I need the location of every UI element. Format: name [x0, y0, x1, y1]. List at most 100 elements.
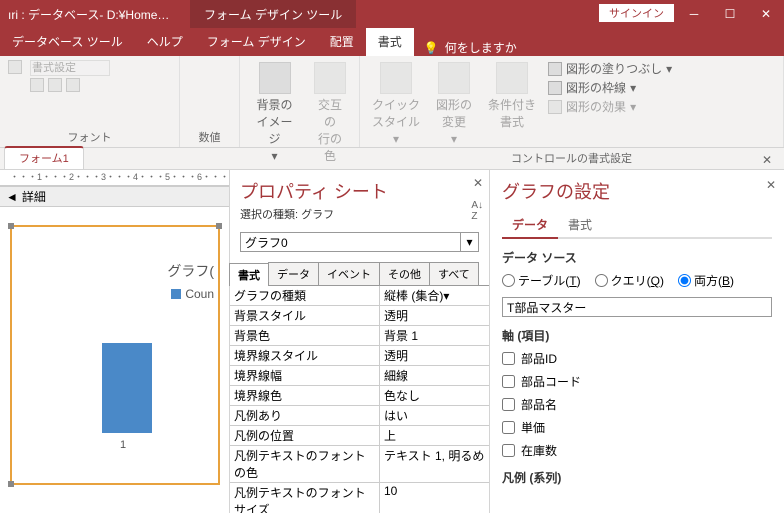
- group-font-label: フォント: [8, 127, 171, 145]
- tab-arrange[interactable]: 配置: [318, 27, 366, 56]
- property-row[interactable]: 凡例ありはい: [230, 406, 489, 426]
- axis-field-checkbox[interactable]: 部品コード: [502, 373, 772, 390]
- shape-fill-button[interactable]: 図形の塗りつぶし ▾: [548, 60, 672, 77]
- property-row[interactable]: 凡例の位置上: [230, 426, 489, 446]
- property-name: 境界線幅: [230, 366, 380, 385]
- quick-style-button: クイック スタイル▾: [368, 60, 424, 148]
- section-toggle-icon: ◄: [6, 190, 18, 204]
- axis-field-checkbox[interactable]: 単価: [502, 419, 772, 436]
- alternate-row-color-button: 交互の 行の色▾: [309, 60, 351, 182]
- property-row[interactable]: 背景色背景 1: [230, 326, 489, 346]
- object-name-combo[interactable]: [240, 232, 461, 252]
- radio-table[interactable]: テーブル(T): [502, 272, 581, 289]
- maximize-button[interactable]: ☐: [712, 0, 748, 28]
- legend-section-label: 凡例 (系列): [502, 469, 772, 486]
- lightbulb-icon: 💡: [424, 41, 439, 55]
- close-button[interactable]: ✕: [748, 0, 784, 28]
- chart-title-preview: グラフ(: [32, 257, 222, 285]
- axis-field-checkbox[interactable]: 部品名: [502, 396, 772, 413]
- underline-icon: [66, 78, 80, 92]
- signin-button[interactable]: サインイン: [599, 4, 674, 22]
- property-value[interactable]: 透明: [380, 346, 489, 365]
- bold-icon: [30, 78, 44, 92]
- form-tab[interactable]: フォーム1: [4, 146, 84, 169]
- background-image-button[interactable]: 背景の イメージ▾: [248, 60, 301, 165]
- tab-format[interactable]: 書式: [366, 27, 414, 56]
- chart-bar: [102, 343, 152, 433]
- property-row[interactable]: 凡例テキストのフォントの色テキスト 1, 明るめ: [230, 446, 489, 483]
- property-value[interactable]: 細線: [380, 366, 489, 385]
- property-value[interactable]: テキスト 1, 明るめ: [380, 446, 489, 482]
- resize-handle[interactable]: [216, 223, 222, 229]
- chart-control-selection[interactable]: グラフ( Coun 1: [10, 225, 220, 485]
- tab-form-design[interactable]: フォーム デザイン: [195, 27, 318, 56]
- resize-handle[interactable]: [8, 481, 14, 487]
- app-title: ıri : データベース- D:¥HomePa…: [0, 6, 180, 23]
- resize-handle[interactable]: [8, 223, 14, 229]
- minimize-button[interactable]: ─: [676, 0, 712, 28]
- property-value[interactable]: 透明: [380, 306, 489, 325]
- property-row[interactable]: 境界線色色なし: [230, 386, 489, 406]
- prop-tab-data[interactable]: データ: [268, 262, 319, 285]
- property-value[interactable]: 色なし: [380, 386, 489, 405]
- change-shape-button: 図形の 変更▾: [432, 60, 476, 148]
- tell-me-label: 何をしますか: [445, 39, 517, 56]
- data-source-label: データ ソース: [502, 249, 772, 266]
- property-name: グラフの種類: [230, 286, 380, 305]
- font-color-icon: [8, 60, 22, 74]
- property-name: 凡例テキストのフォント サイズ: [230, 483, 380, 513]
- fill-icon: [548, 62, 562, 76]
- shape-outline-button[interactable]: 図形の枠線 ▾: [548, 79, 672, 96]
- property-row[interactable]: 境界線スタイル透明: [230, 346, 489, 366]
- property-name: 境界線色: [230, 386, 380, 405]
- conditional-format-button: 条件付き 書式: [484, 60, 540, 132]
- chart-legend-item: Coun: [32, 285, 222, 303]
- horizontal-ruler: ・・・1・・・2・・・3・・・4・・・5・・・6・・・7・・・8・・・9・・・1…: [0, 170, 229, 186]
- chart-settings-close[interactable]: ✕: [766, 178, 776, 192]
- property-name: 凡例の位置: [230, 426, 380, 445]
- axis-field-checkbox[interactable]: 在庫数: [502, 442, 772, 459]
- chevron-down-icon[interactable]: ▾: [443, 289, 449, 303]
- property-row[interactable]: 凡例テキストのフォント サイズ10: [230, 483, 489, 513]
- detail-section-header[interactable]: ◄詳細: [0, 186, 229, 207]
- property-grid[interactable]: グラフの種類縦棒 (集合) ▾背景スタイル透明背景色背景 1境界線スタイル透明境…: [230, 286, 489, 513]
- tab-database-tools[interactable]: データベース ツール: [0, 27, 135, 56]
- prop-tab-other[interactable]: その他: [379, 262, 430, 285]
- radio-query[interactable]: クエリ(Q): [595, 272, 664, 289]
- prop-tab-all[interactable]: すべて: [429, 262, 479, 285]
- data-source-input[interactable]: [502, 297, 772, 317]
- property-value[interactable]: 縦棒 (集合) ▾: [380, 286, 489, 305]
- property-row[interactable]: 境界線幅細線: [230, 366, 489, 386]
- form-design-surface[interactable]: グラフ( Coun 1: [0, 207, 229, 507]
- property-sheet-close[interactable]: ✕: [473, 176, 483, 190]
- property-value[interactable]: 上: [380, 426, 489, 445]
- rows-icon: [314, 62, 346, 94]
- property-name: 境界線スタイル: [230, 346, 380, 365]
- object-name-dropdown[interactable]: ▾: [461, 232, 479, 252]
- property-value[interactable]: はい: [380, 406, 489, 425]
- property-name: 凡例あり: [230, 406, 380, 425]
- cs-tab-format[interactable]: 書式: [558, 212, 602, 237]
- chart-settings-title: グラフの設定: [502, 178, 772, 204]
- property-name: 凡例テキストのフォントの色: [230, 446, 380, 482]
- tab-help[interactable]: ヘルプ: [135, 27, 195, 56]
- cs-tab-data[interactable]: データ: [502, 212, 558, 239]
- effects-icon: [548, 100, 562, 114]
- tell-me-search[interactable]: 💡 何をしますか: [414, 39, 527, 56]
- contextual-tool-tab: フォーム デザイン ツール: [190, 0, 356, 28]
- sort-icon[interactable]: A↓Z: [471, 200, 483, 222]
- axis-field-checkbox[interactable]: 部品ID: [502, 350, 772, 367]
- property-sheet-title: プロパティ シート: [230, 170, 489, 206]
- chevron-down-icon: ▾: [272, 149, 278, 163]
- image-icon: [259, 62, 291, 94]
- property-value[interactable]: 背景 1: [380, 326, 489, 345]
- property-row[interactable]: グラフの種類縦棒 (集合) ▾: [230, 286, 489, 306]
- prop-tab-format[interactable]: 書式: [229, 263, 269, 286]
- property-row[interactable]: 背景スタイル透明: [230, 306, 489, 326]
- outline-icon: [548, 81, 562, 95]
- italic-icon: [48, 78, 62, 92]
- property-value[interactable]: 10: [380, 483, 489, 513]
- radio-both[interactable]: 両方(B): [678, 272, 734, 289]
- property-name: 背景スタイル: [230, 306, 380, 325]
- prop-tab-event[interactable]: イベント: [318, 262, 380, 285]
